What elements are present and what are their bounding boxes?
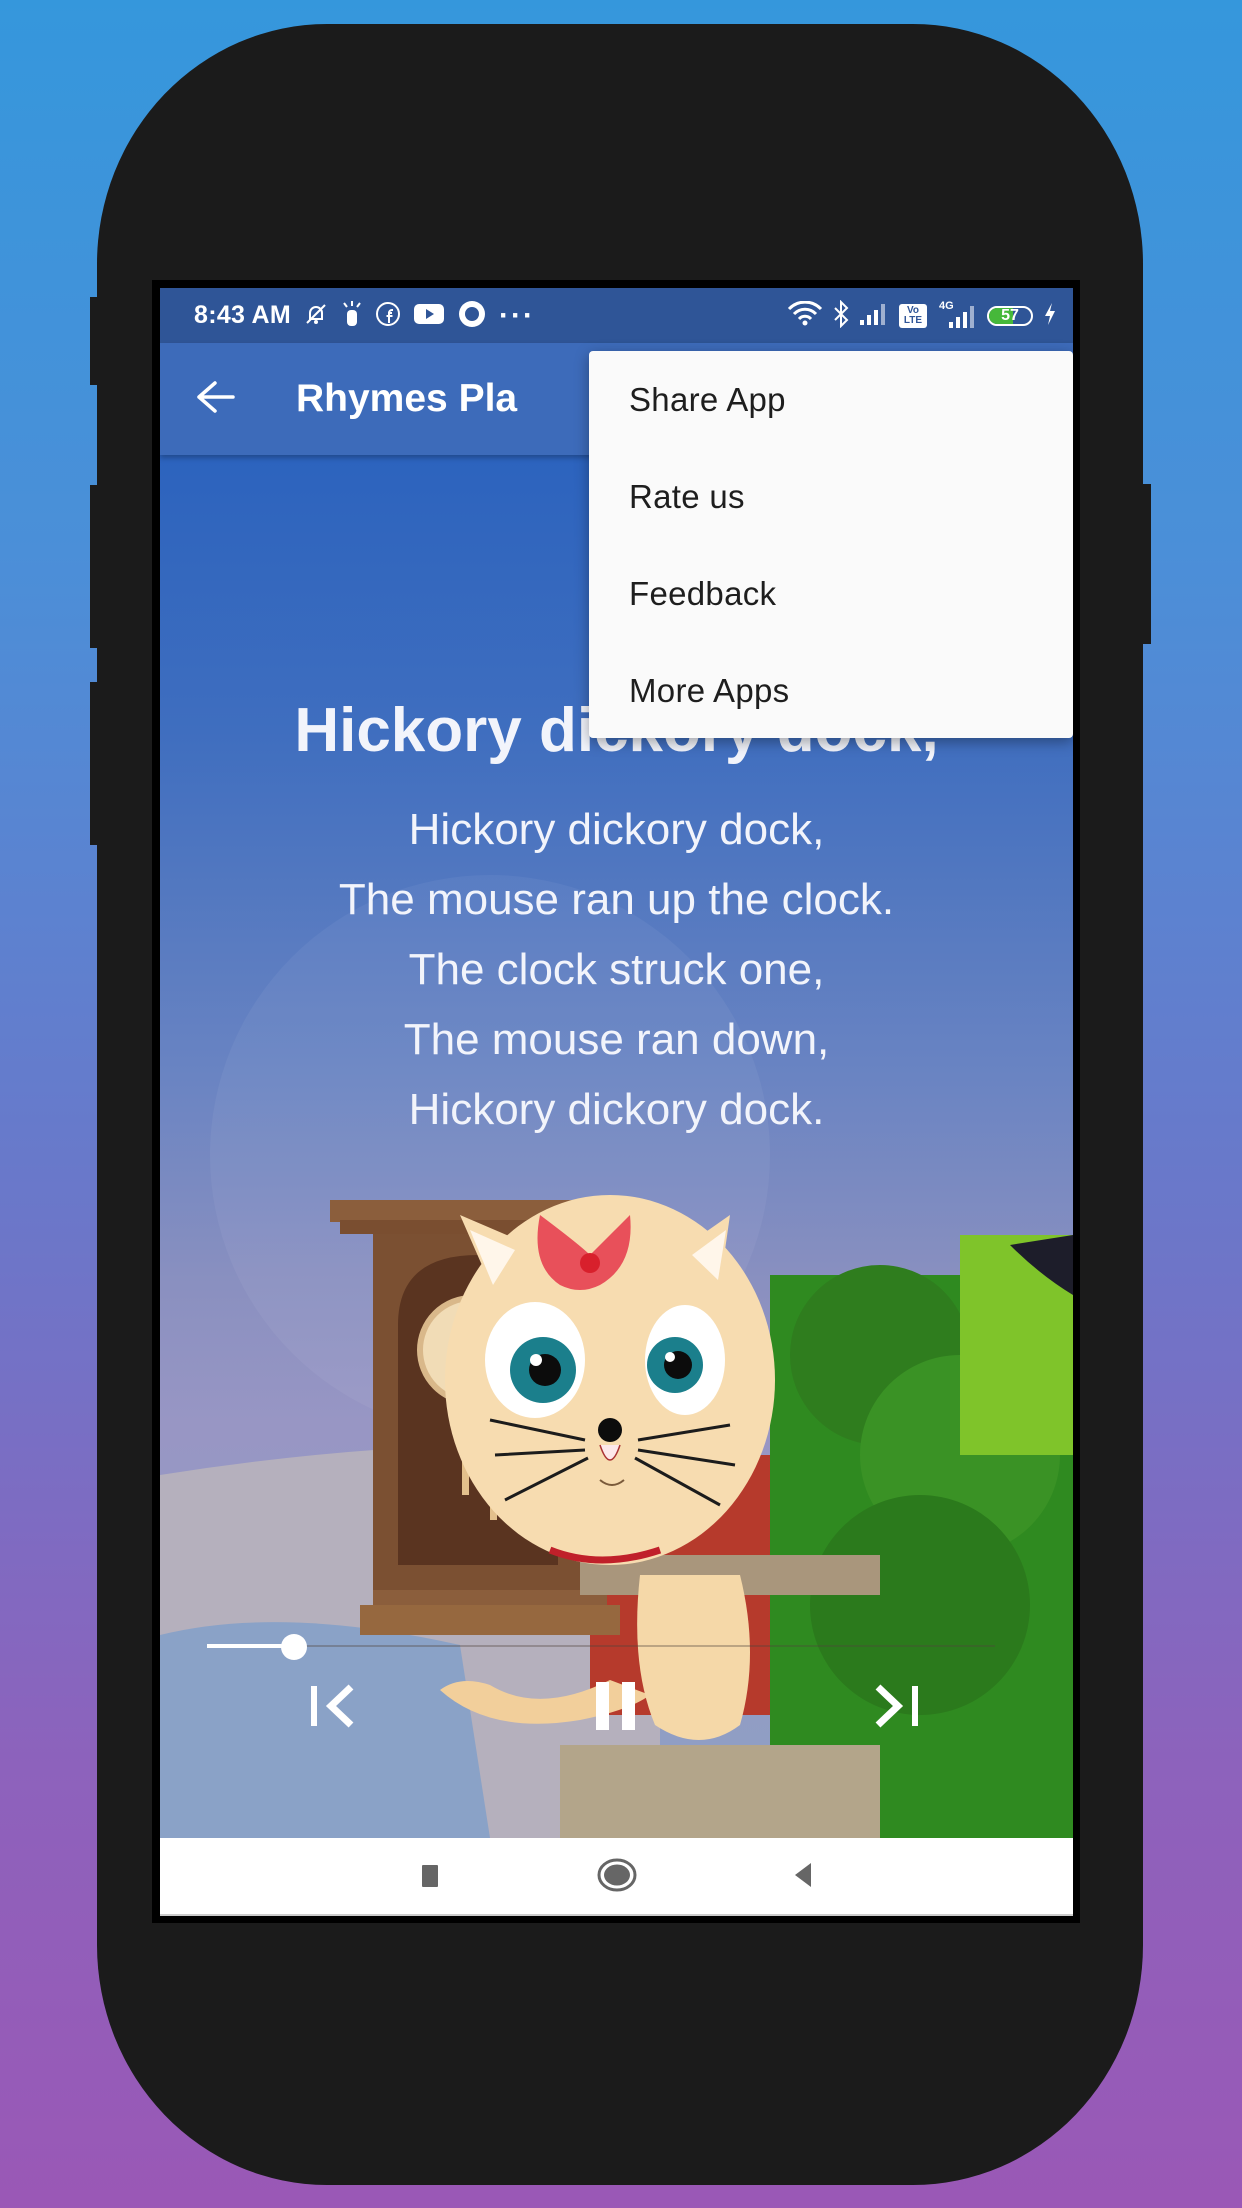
menu-item-rate-us[interactable]: Rate us bbox=[589, 448, 1073, 545]
flashlight-icon bbox=[341, 300, 363, 332]
back-triangle-icon bbox=[789, 1860, 819, 1895]
signal-icon bbox=[859, 302, 889, 330]
youtube-icon bbox=[413, 302, 445, 330]
more-dots-icon: ··· bbox=[499, 298, 536, 332]
pause-icon bbox=[588, 1680, 644, 1737]
facebook-icon bbox=[375, 301, 401, 331]
system-nav-bar bbox=[160, 1838, 1073, 1916]
back-nav-button[interactable] bbox=[774, 1850, 834, 1904]
wifi-icon bbox=[787, 300, 823, 331]
lyric-line: Hickory dickory dock, bbox=[408, 805, 825, 854]
menu-item-more-apps[interactable]: More Apps bbox=[589, 642, 1073, 739]
back-button[interactable] bbox=[160, 343, 270, 455]
menu-item-feedback[interactable]: Feedback bbox=[589, 545, 1073, 642]
recents-button[interactable] bbox=[400, 1850, 460, 1904]
battery-icon: 57 bbox=[987, 305, 1033, 326]
bluetooth-icon bbox=[833, 299, 849, 332]
overflow-menu: Share App Rate us Feedback More Apps bbox=[589, 351, 1073, 738]
power-side-button[interactable] bbox=[1142, 484, 1151, 644]
status-bar: 8:43 AM ··· Vo LTE 4G 57 bbox=[160, 288, 1073, 343]
lyric-line: Hickory dickory dock. bbox=[408, 1085, 825, 1134]
recents-square-icon bbox=[416, 1861, 444, 1894]
seek-thumb[interactable] bbox=[280, 1634, 307, 1660]
skip-previous-icon bbox=[305, 1681, 365, 1736]
previous-button[interactable] bbox=[295, 1668, 375, 1748]
mute-bell-icon bbox=[303, 301, 329, 331]
home-circle-icon bbox=[597, 1855, 637, 1900]
next-button[interactable] bbox=[856, 1668, 936, 1748]
skip-next-icon bbox=[866, 1681, 926, 1736]
seek-track bbox=[207, 1645, 995, 1647]
seek-bar[interactable] bbox=[207, 1631, 995, 1661]
camera-ring-icon bbox=[457, 299, 487, 333]
lyric-line: The mouse ran down, bbox=[403, 1015, 830, 1064]
volte-icon: Vo LTE bbox=[899, 303, 927, 328]
arrow-left-icon bbox=[193, 379, 237, 420]
phone-screen: 8:43 AM ··· Vo LTE 4G 57 Rhymes Pla Hick… bbox=[160, 288, 1073, 1916]
menu-item-share-app[interactable]: Share App bbox=[589, 351, 1073, 448]
pause-button[interactable] bbox=[576, 1668, 656, 1748]
app-title: Rhymes Pla bbox=[296, 377, 518, 420]
charging-icon bbox=[1043, 302, 1057, 330]
floor-step bbox=[560, 1745, 880, 1838]
lyric-line: The clock struck one, bbox=[408, 945, 825, 994]
battery-level: 57 bbox=[1001, 306, 1019, 324]
4g-signal-icon: 4G bbox=[937, 300, 977, 329]
lyrics-body: Hickory dickory dock, The mouse ran up t… bbox=[160, 795, 1073, 1145]
status-time: 8:43 AM bbox=[194, 301, 292, 329]
lyric-line: The mouse ran up the clock. bbox=[338, 875, 895, 924]
home-button[interactable] bbox=[587, 1850, 647, 1904]
